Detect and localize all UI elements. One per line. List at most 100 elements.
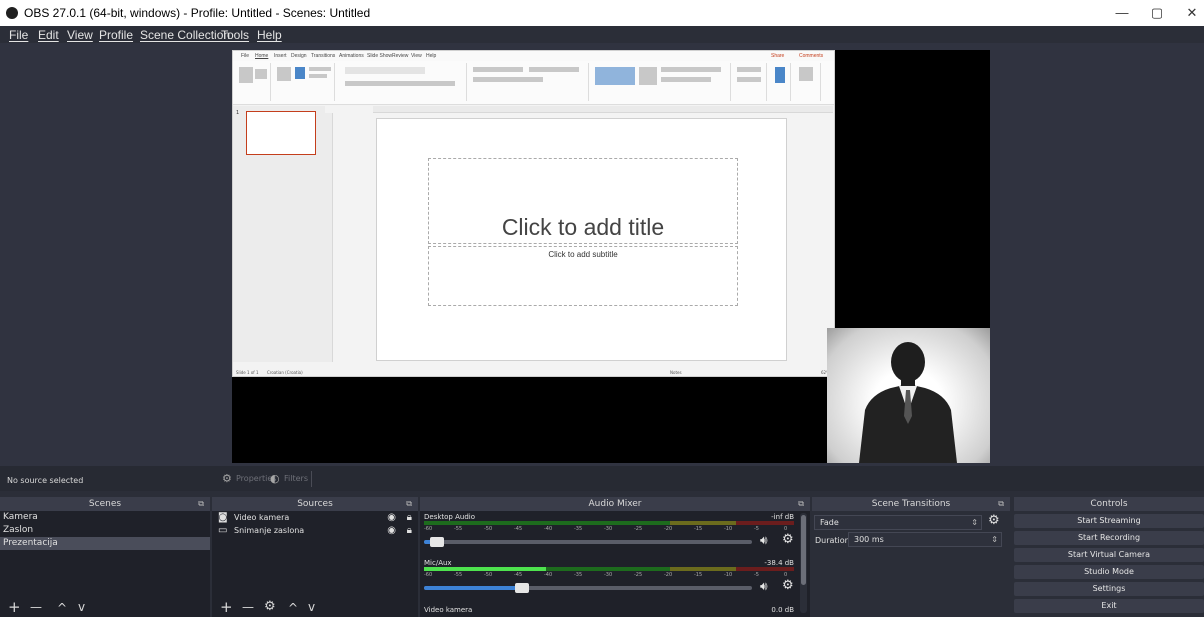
close-button[interactable]: ✕ (1177, 2, 1204, 24)
sources-title: Sources (297, 499, 333, 509)
meter-level (424, 567, 547, 571)
properties-button[interactable]: ⚙ Properties (222, 471, 276, 487)
source-properties-gear-icon[interactable]: ⚙ (264, 599, 276, 614)
channel-db: -inf dB (771, 513, 794, 521)
gear-icon[interactable]: ⚙ (782, 532, 794, 547)
visibility-eye-icon[interactable]: ◉ (387, 511, 396, 524)
gear-icon[interactable]: ⚙ (782, 578, 794, 593)
volume-slider[interactable] (424, 583, 752, 593)
scale-tick-label: -60 (424, 526, 433, 532)
gear-icon: ⚙ (222, 472, 232, 485)
float-dock-icon[interactable]: ⧉ (998, 497, 1004, 511)
filter-icon: ◐ (270, 472, 280, 485)
ppt-vertical-ruler (325, 113, 333, 362)
speaker-icon[interactable]: 🔊︎ (760, 579, 768, 594)
start-recording-button[interactable]: Start Recording (1014, 531, 1204, 545)
scenes-footer: + — ^ v (0, 598, 210, 617)
scenes-list: Kamera Zaslon Prezentacija + — ^ v (0, 511, 210, 617)
source-item-video-kamera[interactable]: ◙ Video kamera ◉ 🔒︎ (212, 511, 418, 524)
volume-slider-handle[interactable] (430, 537, 445, 547)
scale-tick-label: -15 (694, 572, 703, 578)
mixer-scrollbar[interactable] (800, 513, 807, 613)
controls-body: Start Streaming Start Recording Start Vi… (1014, 511, 1204, 617)
channel-name: Desktop Audio (424, 513, 475, 521)
menu-bar: File Edit View Profile Scene Collection … (0, 26, 1204, 43)
scale-tick-label: -45 (514, 526, 523, 532)
scale-tick-label: -55 (454, 572, 463, 578)
sources-list: ◙ Video kamera ◉ 🔒︎ ▭ Snimanje zaslona ◉… (212, 511, 418, 617)
scale-tick-label: -35 (574, 526, 583, 532)
move-source-down-button[interactable]: v (308, 600, 315, 614)
menu-scene-collection[interactable]: Scene Collection (140, 28, 230, 42)
start-streaming-button[interactable]: Start Streaming (1014, 514, 1204, 528)
slide-thumb-number: 1 (236, 110, 240, 116)
menu-view[interactable]: View (67, 28, 93, 42)
menu-help[interactable]: Help (257, 28, 282, 42)
ppt-tab: Home (255, 53, 269, 59)
ppt-tab: Insert (274, 53, 287, 59)
scale-tick-label: -5 (754, 526, 759, 532)
sources-dock: Sources ⧉ ◙ Video kamera ◉ 🔒︎ ▭ Snimanje … (212, 497, 418, 617)
channel-name: Mic/Aux (424, 559, 452, 567)
scale-tick-label: -30 (604, 572, 613, 578)
source-toolbar: No source selected ⚙ Properties ◐ Filters (0, 466, 1204, 491)
scale-tick-label: -40 (544, 572, 553, 578)
move-source-up-button[interactable]: ^ (288, 601, 298, 615)
window-title: OBS 27.0.1 (64-bit, windows) - Profile: … (24, 6, 371, 20)
meter-scale: -60 -55 -50 -45 -40 -35 -30 -25 -20 -15 -10 -5 0 (424, 572, 794, 578)
float-dock-icon[interactable]: ⧉ (198, 497, 204, 511)
minimize-button[interactable]: — (1107, 2, 1137, 24)
source-item-snimanje-zaslona[interactable]: ▭ Snimanje zaslona ◉ 🔒︎ (212, 524, 418, 537)
add-scene-button[interactable]: + (8, 598, 21, 616)
lock-icon[interactable]: 🔒︎ (407, 524, 412, 537)
source-label: Snimanje zaslona (234, 526, 305, 535)
transition-properties-gear-icon[interactable]: ⚙ (988, 513, 1000, 528)
subtitle-placeholder: Click to add subtitle (428, 246, 738, 306)
float-dock-icon[interactable]: ⧉ (798, 497, 804, 511)
volume-slider[interactable] (424, 537, 752, 547)
ppt-share: Share (771, 53, 785, 59)
volume-slider-handle[interactable] (515, 583, 530, 593)
scale-tick-label: -50 (484, 526, 493, 532)
spinner-arrows-icon[interactable]: ⇕ (991, 533, 998, 546)
move-scene-up-button[interactable]: ^ (57, 601, 67, 615)
ppt-tab: Transitions (311, 53, 336, 59)
scene-item-prezentacija[interactable]: Prezentacija (0, 537, 210, 550)
scene-item-zaslon[interactable]: Zaslon (0, 524, 210, 537)
duration-field[interactable]: 300 ms ⇕ (848, 532, 1002, 547)
settings-button[interactable]: Settings (1014, 582, 1204, 596)
powerpoint-capture: File Home Insert Design Transitions Anim… (232, 50, 835, 377)
exit-button[interactable]: Exit (1014, 599, 1204, 613)
speaker-icon[interactable]: 🔊︎ (760, 533, 768, 548)
menu-profile[interactable]: Profile (99, 28, 133, 42)
ppt-comments: Comments (799, 53, 824, 59)
sources-footer: + — ⚙ ^ v (212, 598, 418, 617)
filters-button[interactable]: ◐ Filters (270, 471, 308, 487)
studio-mode-button[interactable]: Studio Mode (1014, 565, 1204, 579)
source-label: Video kamera (234, 513, 290, 522)
float-dock-icon[interactable]: ⧉ (406, 497, 412, 511)
visibility-eye-icon[interactable]: ◉ (387, 524, 396, 537)
dock-area: No source selected ⚙ Properties ◐ Filters … (0, 466, 1204, 617)
scene-item-kamera[interactable]: Kamera (0, 511, 210, 524)
add-source-button[interactable]: + (220, 598, 233, 616)
controls-dock: Controls Start Streaming Start Recording… (1014, 497, 1204, 617)
ppt-tab: View (411, 53, 422, 59)
maximize-button[interactable]: ▢ (1142, 2, 1172, 24)
remove-scene-button[interactable]: — (30, 600, 42, 614)
ppt-notes: Notes (670, 370, 682, 375)
menu-tools[interactable]: Tools (221, 28, 249, 42)
scene-transitions-title: Scene Transitions (871, 499, 951, 509)
lock-icon[interactable]: 🔒︎ (407, 511, 412, 524)
menu-file[interactable]: File (9, 28, 28, 42)
ppt-status-slide: Slide 1 of 1 (236, 370, 259, 375)
start-virtual-camera-button[interactable]: Start Virtual Camera (1014, 548, 1204, 562)
channel-db: 0.0 dB (771, 606, 794, 614)
menu-edit[interactable]: Edit (38, 28, 59, 42)
ppt-thumbnail-pane: 1 (233, 106, 325, 362)
remove-source-button[interactable]: — (242, 600, 254, 614)
ppt-ribbon (233, 61, 834, 105)
transition-select[interactable]: Fade ⇕ (814, 515, 982, 530)
channel-name: Video kamera (424, 606, 473, 614)
move-scene-down-button[interactable]: v (78, 600, 85, 614)
